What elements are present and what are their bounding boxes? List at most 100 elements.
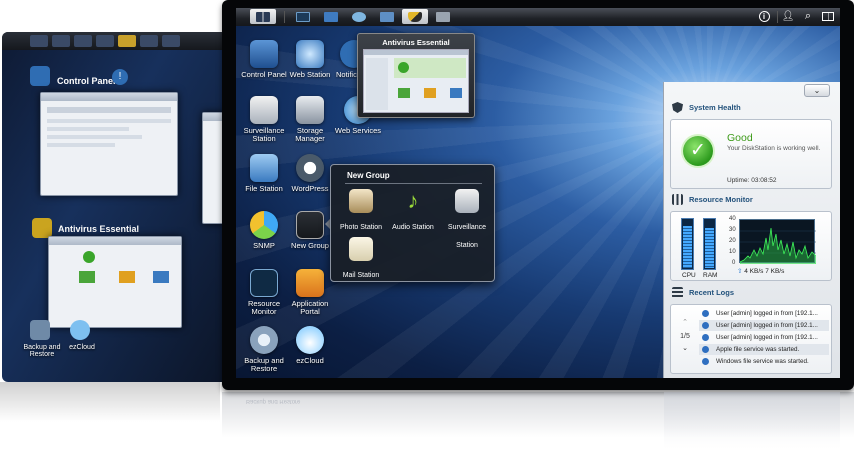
back-reflection bbox=[0, 382, 220, 422]
log-text: User [admin] logged in from [192.1... bbox=[716, 322, 818, 329]
taskbar-eraser-button[interactable] bbox=[430, 9, 456, 24]
resource-monitor-title: Resource Monitor bbox=[689, 195, 753, 204]
back-backup-label: Backup and Restore bbox=[23, 344, 61, 358]
group-item-audio-station[interactable]: ♪ Audio Station bbox=[389, 189, 437, 234]
taskbar-resource-monitor-button[interactable] bbox=[290, 9, 316, 24]
log-page-down-button[interactable]: ⌄ bbox=[678, 344, 692, 352]
log-entry[interactable]: User [admin] logged in from [192.1... bbox=[699, 320, 829, 331]
group-item-surveillance-station[interactable]: Surveillance Station bbox=[441, 189, 493, 252]
panel-reflection bbox=[664, 392, 840, 449]
desktop-icon-label: Resource Monitor bbox=[247, 299, 281, 316]
desktop-icon-wordpress[interactable]: WordPress bbox=[284, 154, 336, 193]
back-backup-icon bbox=[24, 320, 56, 342]
desktop-icon-label: New Group bbox=[291, 241, 329, 250]
back-ezcloud-label: ezCloud bbox=[69, 344, 95, 351]
log-entry[interactable]: User [admin] logged in from [192.1... bbox=[699, 308, 829, 319]
group-item-label: Mail Station bbox=[342, 272, 380, 279]
taskbar: i 👤︎ ⌕ bbox=[236, 8, 840, 26]
resource-monitor-card: CPU RAM 40 30 20 10 0 ⇧ 4 KB/s 7 KB/s bbox=[670, 211, 832, 281]
recent-logs-title: Recent Logs bbox=[689, 288, 735, 297]
taskbar-antivirus-button[interactable] bbox=[402, 9, 428, 24]
user-icon: 👤︎ bbox=[781, 11, 795, 22]
log-entry[interactable]: Apple file service was started. bbox=[699, 344, 829, 355]
taskbar-storage-manager-button[interactable] bbox=[374, 9, 400, 24]
main-menu-button[interactable] bbox=[250, 9, 276, 24]
antivirus-popup-title: Antivirus Essential bbox=[382, 38, 450, 47]
desktop-icon-notification[interactable]: Notific bbox=[330, 40, 360, 79]
info-button[interactable]: i bbox=[754, 9, 774, 24]
list-icon bbox=[672, 287, 683, 298]
web-station-icon bbox=[352, 11, 366, 22]
log-entry[interactable]: Windows file service was started. bbox=[699, 356, 829, 367]
antivirus-preview-popup[interactable]: Antivirus Essential bbox=[357, 33, 475, 118]
desktop-icon-web-station[interactable]: Web Station bbox=[284, 40, 336, 79]
group-item-photo-station[interactable]: Photo Station bbox=[337, 189, 385, 234]
log-page-up-button[interactable]: ⌃ bbox=[678, 318, 692, 326]
desktop-icon-ezcloud[interactable]: ezCloud bbox=[284, 326, 336, 365]
log-text: User [admin] logged in from [192.1... bbox=[716, 334, 818, 341]
desktop-icon-label: Notific bbox=[336, 70, 357, 79]
search-icon: ⌕ bbox=[804, 10, 812, 22]
back-control-panel-window bbox=[40, 92, 178, 196]
log-entry[interactable]: User [admin] logged in from [192.1... bbox=[699, 332, 829, 343]
photo-station-icon bbox=[349, 189, 373, 213]
taskbar-control-panel-button[interactable] bbox=[318, 9, 344, 24]
antivirus-icon bbox=[408, 11, 422, 22]
desktop-icon-application-portal[interactable]: Application Portal bbox=[284, 269, 336, 316]
storage-manager-icon bbox=[380, 11, 394, 22]
back-info-icon: ! bbox=[112, 69, 128, 85]
back-window-title-antivirus: Antivirus Essential bbox=[58, 224, 140, 234]
desktop-icon-file-station[interactable]: File Station bbox=[238, 154, 290, 193]
back-control-panel-icon bbox=[24, 66, 56, 88]
ram-label: RAM bbox=[703, 272, 718, 279]
graph-tick: 30 bbox=[729, 227, 736, 233]
taskbar-web-station-button[interactable] bbox=[346, 9, 372, 24]
desktop-icon-surveillance-station[interactable]: Surveillance Station bbox=[238, 96, 290, 143]
diskstation-desktop: i 👤︎ ⌕ Control Panel Web Station Notific… bbox=[236, 8, 840, 378]
panel-collapse-button[interactable]: ⌄ bbox=[804, 84, 830, 97]
bar-chart-icon bbox=[672, 194, 683, 205]
group-icon bbox=[296, 211, 324, 239]
cpu-meter bbox=[681, 218, 694, 270]
backup-icon bbox=[250, 326, 278, 354]
recent-logs-header: Recent Logs bbox=[672, 287, 734, 298]
desktop-icon-label: Web Services bbox=[334, 126, 382, 135]
web-station-icon bbox=[296, 40, 324, 68]
system-health-title: System Health bbox=[689, 103, 741, 112]
user-button[interactable]: 👤︎ bbox=[778, 9, 798, 24]
recent-logs-card: ⌃ 1/5 ⌄ User [admin] logged in from [192… bbox=[670, 304, 832, 374]
network-graph bbox=[739, 219, 816, 264]
desktop-icon-new-group[interactable]: New Group bbox=[284, 211, 336, 250]
resource-monitor-header: Resource Monitor bbox=[672, 194, 753, 205]
desktop-icon-control-panel[interactable]: Control Panel bbox=[238, 40, 290, 79]
desktop-icon-backup-and-restore[interactable]: Backup and Restore bbox=[238, 326, 290, 373]
desktop-icon-label: ezCloud bbox=[296, 356, 324, 365]
back-ezcloud-icon bbox=[64, 320, 96, 342]
group-item-mail-station[interactable]: Mail Station bbox=[337, 237, 385, 282]
desktop-icon-storage-manager[interactable]: Storage Manager bbox=[284, 96, 336, 143]
log-text: Windows file service was started. bbox=[716, 358, 809, 365]
cpu-label: CPU bbox=[682, 272, 696, 279]
health-description: Your DiskStation is working well. bbox=[727, 145, 821, 152]
desktop-icon-snmp[interactable]: SNMP bbox=[238, 211, 290, 250]
desktop-icon-label: Backup and Restore bbox=[244, 356, 284, 373]
shield-icon bbox=[672, 102, 683, 113]
desktop-icon-resource-monitor[interactable]: Resource Monitor bbox=[238, 269, 290, 316]
graph-tick: 10 bbox=[729, 249, 736, 255]
storage-manager-icon bbox=[296, 96, 324, 124]
surveillance-icon bbox=[250, 96, 278, 124]
search-button[interactable]: ⌕ bbox=[798, 9, 818, 24]
audio-station-icon: ♪ bbox=[407, 188, 419, 213]
info-icon bbox=[702, 358, 709, 365]
ram-meter bbox=[703, 218, 716, 270]
resource-monitor-icon bbox=[296, 11, 310, 22]
info-icon bbox=[702, 346, 709, 353]
new-group-popup: New Group Photo Station ♪ Audio Station S… bbox=[330, 164, 495, 282]
file-station-icon bbox=[250, 154, 278, 182]
antivirus-preview-thumbnail bbox=[363, 49, 469, 113]
widget-button[interactable] bbox=[818, 9, 838, 24]
system-health-header: System Health bbox=[672, 102, 741, 113]
log-text: Apple file service was started. bbox=[716, 346, 800, 353]
info-icon bbox=[702, 322, 709, 329]
desktop-icon-label: File Station bbox=[245, 184, 283, 193]
